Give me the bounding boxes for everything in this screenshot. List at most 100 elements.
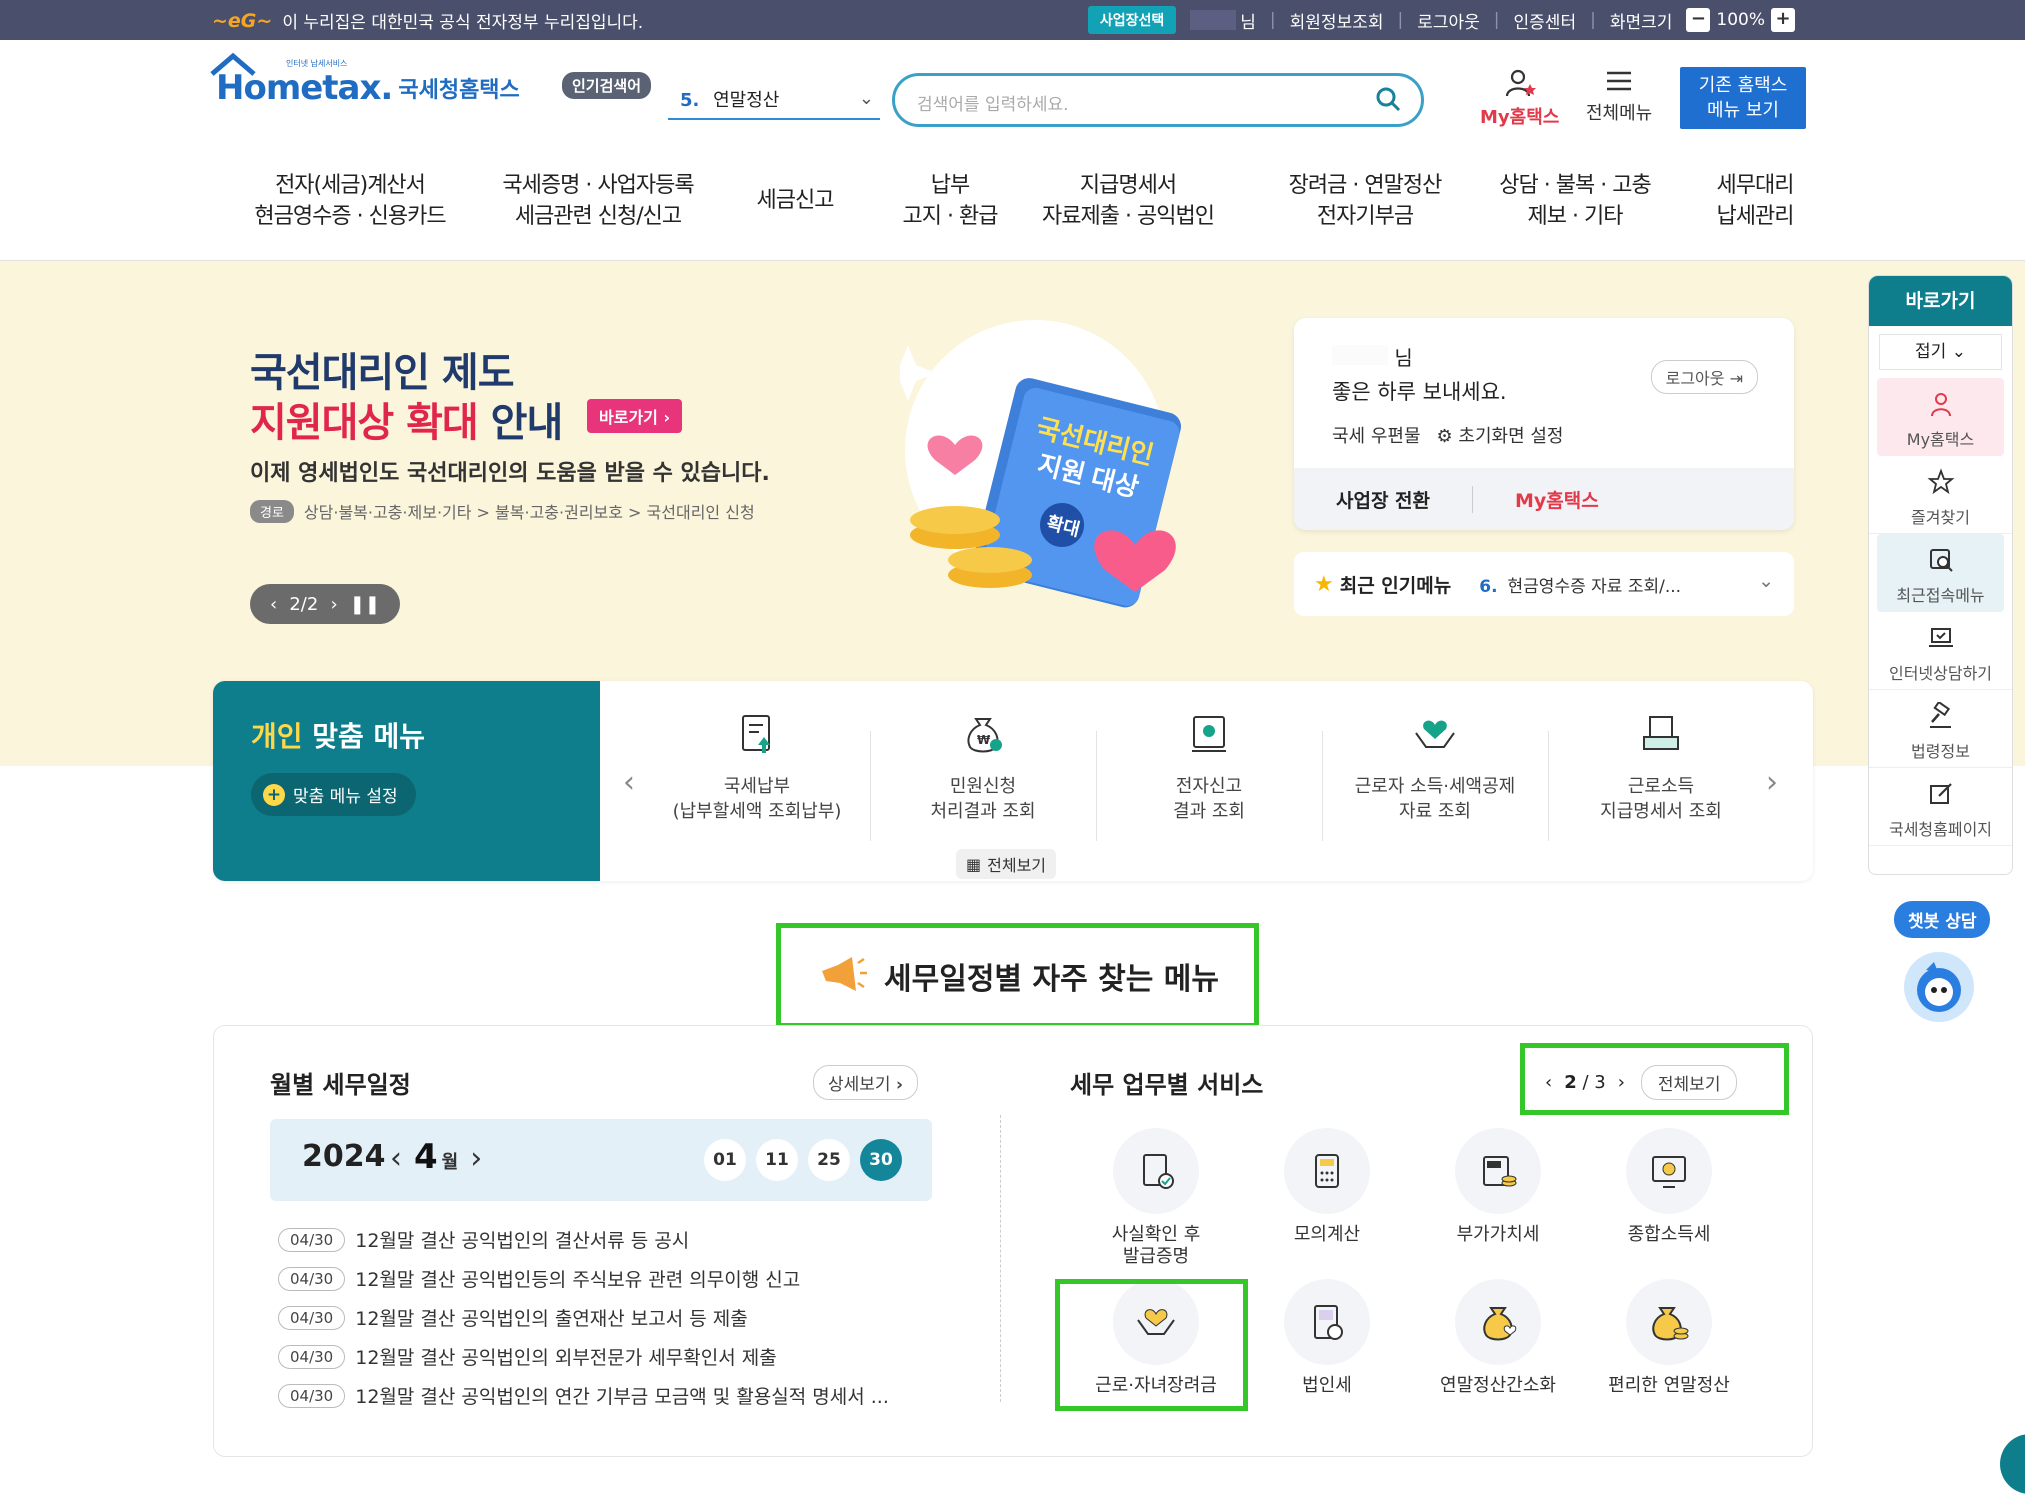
- pause-button[interactable]: ❚❚: [350, 594, 380, 615]
- switch-business-button[interactable]: 사업장 전환: [1294, 486, 1472, 513]
- quick-item-favorites[interactable]: 즐겨찾기: [1869, 456, 2012, 534]
- quick-item-law[interactable]: 법령정보: [1869, 690, 2012, 768]
- zoom-out-button[interactable]: −: [1686, 8, 1711, 32]
- separator: |: [1493, 10, 1500, 30]
- service-item[interactable]: 법인세: [1242, 1279, 1412, 1397]
- personal-menu-item[interactable]: 국세납부 (납부할세액 조회납부): [644, 711, 870, 824]
- scroll-top-button[interactable]: [2000, 1434, 2025, 1494]
- prev-month-button[interactable]: ‹: [390, 1141, 402, 1176]
- path-tag: 경로: [250, 499, 294, 523]
- schedule-detail-button[interactable]: 상세보기 ›: [813, 1065, 918, 1100]
- vat-icon: [1483, 1156, 1517, 1187]
- all-menu-button[interactable]: 전체메뉴: [1586, 68, 1652, 125]
- personal-menu-item[interactable]: 전자신고 결과 조회: [1096, 711, 1322, 824]
- tax-mail-link[interactable]: 국세 우편물: [1332, 422, 1421, 448]
- service-item[interactable]: 편리한 연말정산: [1584, 1279, 1754, 1397]
- title-rest: 맞춤 메뉴: [302, 720, 426, 753]
- chevron-down-icon[interactable]: ⌄: [1758, 570, 1774, 592]
- day-chip[interactable]: 25: [808, 1139, 850, 1181]
- prev-page-button[interactable]: ‹: [1545, 1072, 1552, 1093]
- zoom-level: 100%: [1716, 10, 1765, 30]
- list-item[interactable]: 04/30 12월말 결산 공익법인의 외부전문가 세무확인서 제출: [278, 1337, 938, 1376]
- next-slide-button[interactable]: ›: [330, 594, 337, 615]
- old-menu-line2: 메뉴 보기: [1707, 100, 1779, 121]
- hamburger-icon: [1607, 71, 1632, 91]
- day-chip[interactable]: 01: [704, 1139, 746, 1181]
- nav-label: 납세관리: [1716, 204, 1795, 229]
- list-item[interactable]: 04/30 12월말 결산 공익법인의 출연재산 보고서 등 제출: [278, 1298, 938, 1337]
- popular-search-select[interactable]: 5. 연말정산 ⌄: [668, 80, 880, 120]
- old-menu-button[interactable]: 기존 홈택스 메뉴 보기: [1680, 67, 1806, 129]
- card-my-hometax-button[interactable]: My홈택스: [1472, 485, 1641, 513]
- list-item[interactable]: 04/30 12월말 결산 공익법인의 결산서류 등 공시: [278, 1220, 938, 1259]
- detail-label: 상세보기: [828, 1075, 891, 1095]
- quick-item-consult[interactable]: 인터넷상담하기: [1869, 612, 2012, 690]
- service-item[interactable]: 부가가치세: [1413, 1128, 1583, 1246]
- nav-item-incentive[interactable]: 장려금 · 연말정산 전자기부금: [1260, 170, 1470, 232]
- service-label: 편리한 연말정산: [1608, 1375, 1730, 1396]
- business-select-button[interactable]: 사업장선택: [1087, 6, 1177, 34]
- nav-item-consult[interactable]: 상담 · 불복 · 고충 제보 · 기타: [1475, 170, 1675, 232]
- personal-menu-item[interactable]: 근로소득 지급명세서 조회: [1548, 711, 1774, 824]
- hometax-logo[interactable]: 인터넷 납세서비스 Hometax. 국세청홈택스: [210, 52, 520, 108]
- card-logout-button[interactable]: 로그아웃 ⇥: [1650, 360, 1758, 394]
- service-icon-wrap: [1626, 1128, 1712, 1214]
- quick-item-recent[interactable]: 최근접속메뉴: [1877, 534, 2004, 612]
- quick-item-nts-home[interactable]: 국세청홈페이지: [1869, 768, 2012, 846]
- recent-popular-menu[interactable]: ★ 최근 인기메뉴 6. 현금영수증 자료 조회/... ⌄: [1294, 552, 1794, 616]
- services-view-all-button[interactable]: 전체보기: [1640, 1065, 1738, 1100]
- nav-item-einvoice[interactable]: 전자(세금)계산서 현금영수증 · 신용카드: [240, 170, 460, 232]
- day-chip-active[interactable]: 30: [860, 1139, 902, 1181]
- quick-item-label: My홈택스: [1906, 430, 1975, 449]
- nav-item-tax-filing[interactable]: 세금신고: [730, 170, 860, 216]
- service-item[interactable]: 사실확인 후 발급증명: [1071, 1128, 1241, 1268]
- search-icon[interactable]: [1375, 86, 1401, 112]
- quick-fold-button[interactable]: 접기 ⌄: [1879, 334, 2002, 370]
- service-item[interactable]: 모의계산: [1242, 1128, 1412, 1246]
- chevron-down-icon: ⌄: [1951, 342, 1966, 362]
- panel-divider: [1000, 1115, 1001, 1402]
- nav-label: 세금관련 신청/신고: [514, 204, 682, 229]
- service-item[interactable]: 종합소득세: [1584, 1128, 1754, 1246]
- personal-menu-view-all[interactable]: ▦ 전체보기: [956, 849, 1057, 879]
- schedule-date: 04/30: [278, 1383, 346, 1408]
- init-setting-link[interactable]: ⚙ 초기화면 설정: [1437, 422, 1564, 448]
- personal-menu-item[interactable]: 근로자 소득·세액공제 자료 조회: [1322, 711, 1548, 824]
- banner-go-button[interactable]: 바로가기 ›: [587, 399, 683, 433]
- chevron-left-icon[interactable]: ‹: [623, 765, 635, 800]
- list-item[interactable]: 04/30 12월말 결산 공익법인의 연간 기부금 모금액 및 활용실적 명세서…: [278, 1376, 938, 1415]
- chatbot-avatar[interactable]: [1904, 952, 1974, 1022]
- member-info-link[interactable]: 회원정보조회: [1290, 8, 1384, 33]
- service-item[interactable]: 연말정산간소화: [1413, 1279, 1583, 1397]
- search-input[interactable]: 검색어를 입력하세요.: [917, 90, 1069, 115]
- personal-menu-header: 개인 맞춤 메뉴 + 맞춤 메뉴 설정: [213, 681, 600, 881]
- quick-item-label: 법령정보: [1911, 742, 1970, 761]
- personal-menu-item[interactable]: ₩ 민원신청 처리결과 조회: [870, 711, 1096, 824]
- quick-item-my-hometax[interactable]: My홈택스: [1877, 378, 2004, 456]
- recent-popular-label: 최근 인기메뉴: [1339, 574, 1452, 597]
- nav-label: 고지 · 환급: [902, 204, 999, 229]
- list-item[interactable]: 04/30 12월말 결산 공익법인등의 주식보유 관련 의무이행 신고: [278, 1259, 938, 1298]
- service-icon-wrap: [1284, 1279, 1370, 1365]
- nav-item-payment-statement[interactable]: 지급명세서 자료제출 · 공익법인: [1028, 170, 1228, 232]
- prev-slide-button[interactable]: ‹: [270, 594, 277, 615]
- zoom-in-button[interactable]: +: [1771, 8, 1795, 32]
- next-page-button[interactable]: ›: [1618, 1072, 1625, 1093]
- fold-label: 접기: [1915, 342, 1947, 362]
- chatbot-button[interactable]: 챗봇 상담: [1894, 901, 1991, 938]
- search-bar[interactable]: 검색어를 입력하세요.: [892, 73, 1424, 127]
- nav-item-payment[interactable]: 납부 고지 · 환급: [870, 170, 1030, 232]
- banner-title-rest: 안내: [477, 400, 564, 446]
- my-hometax-button[interactable]: My홈택스: [1480, 68, 1559, 129]
- user-name-suffix: 님: [1394, 346, 1413, 370]
- logout-link[interactable]: 로그아웃: [1417, 8, 1480, 33]
- nav-item-tax-agent[interactable]: 세무대리 납세관리: [1690, 170, 1820, 232]
- day-chip[interactable]: 11: [756, 1139, 798, 1181]
- cert-center-link[interactable]: 인증센터: [1514, 8, 1577, 33]
- next-month-button[interactable]: ›: [470, 1141, 482, 1176]
- user-name-masked: [1190, 10, 1237, 30]
- gov-banner: ~eG~ 이 누리집은 대한민국 공식 전자정부 누리집입니다. 사업장선택 님…: [0, 0, 2025, 40]
- nav-item-certificate[interactable]: 국세증명 · 사업자등록 세금관련 신청/신고: [488, 170, 708, 232]
- custom-menu-setting-button[interactable]: + 맞춤 메뉴 설정: [251, 773, 416, 816]
- item-label: 결과 조회: [1173, 801, 1245, 822]
